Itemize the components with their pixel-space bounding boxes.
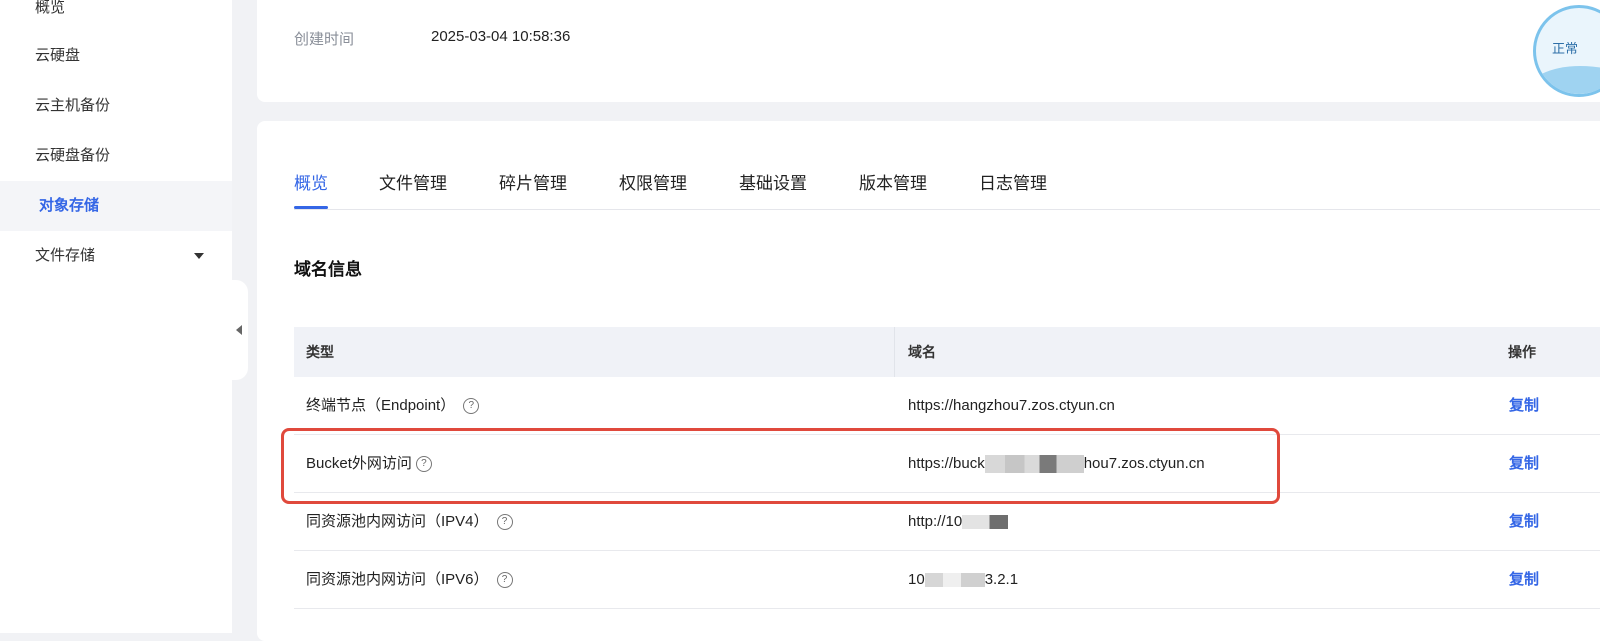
status-wave — [1536, 66, 1600, 94]
question-circle-icon[interactable]: ? — [463, 398, 480, 415]
tab-basic-settings[interactable]: 基础设置 — [739, 173, 807, 209]
header-action: 操作 — [1508, 344, 1536, 360]
tab-permission-management[interactable]: 权限管理 — [619, 173, 687, 209]
table-row: 同资源池内网访问（IPV4）? http://10 复制 — [294, 493, 1600, 551]
header-type: 类型 — [306, 344, 334, 360]
tab-file-management[interactable]: 文件管理 — [379, 173, 447, 209]
section-title: 域名信息 — [294, 260, 362, 279]
bucket-info-card: 创建时间 2025-03-04 10:58:36 正常 — [257, 0, 1600, 102]
table-row: Bucket外网访问? https://buck hou7.zos.ctyun.c… — [294, 435, 1600, 493]
header-domain: 域名 — [908, 344, 936, 360]
domain-prefix: https://buck — [908, 455, 985, 472]
sidebar-item-label: 云硬盘备份 — [35, 147, 111, 164]
sidebar-item-object-storage[interactable]: 对象存储 — [0, 181, 232, 231]
row-domain: https://hangzhou7.zos.ctyun.cn — [908, 397, 1115, 414]
domain-prefix: http://10 — [908, 513, 963, 530]
sidebar-item-disk-backup[interactable]: 云硬盘备份 — [0, 131, 232, 181]
redacted-blur — [984, 455, 1084, 474]
row-type: 终端节点（Endpoint） — [306, 397, 456, 414]
question-circle-icon[interactable]: ? — [415, 456, 432, 473]
row-domain: https://buck hou7.zos.ctyun.cn — [908, 435, 1205, 492]
tab-version-management[interactable]: 版本管理 — [859, 173, 927, 209]
question-circle-icon[interactable]: ? — [496, 514, 513, 531]
redacted-blur — [962, 515, 1009, 530]
domain-prefix: 10 — [908, 571, 925, 588]
redacted-blur — [924, 573, 985, 588]
table-row: 终端节点（Endpoint）? https://hangzhou7.zos.ct… — [294, 377, 1600, 435]
status-text: 正常 — [1552, 41, 1579, 56]
table-header: 类型 域名 操作 — [294, 327, 1600, 377]
caret-down-icon — [194, 253, 204, 259]
sidebar-item-file-storage[interactable]: 文件存储 — [0, 231, 232, 281]
copy-button[interactable]: 复制 — [1509, 435, 1539, 492]
main-card: 概览 文件管理 碎片管理 权限管理 基础设置 版本管理 日志管理 域名信息 类型… — [257, 121, 1600, 641]
sidebar-item-label: 文件存储 — [35, 247, 96, 264]
row-domain: http://10 — [908, 493, 1009, 550]
tab-log-management[interactable]: 日志管理 — [979, 173, 1047, 209]
row-type: Bucket外网访问 — [306, 455, 412, 472]
created-time-value: 2025-03-04 10:58:36 — [431, 28, 571, 45]
table-row: 同资源池内网访问（IPV6）? 10 3.2.1 复制 — [294, 551, 1600, 609]
domain-suffix: hou7.zos.ctyun.cn — [1083, 455, 1205, 472]
tab-fragment-management[interactable]: 碎片管理 — [499, 173, 567, 209]
sidebar-item-vm-backup[interactable]: 云主机备份 — [0, 81, 232, 131]
row-type: 同资源池内网访问（IPV4） — [306, 513, 489, 530]
sidebar: 概览 云硬盘 云主机备份 云硬盘备份 对象存储 文件存储 — [0, 0, 232, 633]
row-type: 同资源池内网访问（IPV6） — [306, 571, 489, 588]
copy-button[interactable]: 复制 — [1509, 551, 1539, 608]
tab-bar: 概览 文件管理 碎片管理 权限管理 基础设置 版本管理 日志管理 — [294, 173, 1600, 210]
question-circle-icon[interactable]: ? — [496, 572, 513, 589]
sidebar-item-label: 对象存储 — [39, 197, 100, 214]
sidebar-item-label: 云主机备份 — [35, 97, 111, 114]
header-divider — [894, 327, 895, 377]
copy-button[interactable]: 复制 — [1509, 377, 1539, 434]
created-time-label: 创建时间 — [294, 31, 355, 48]
copy-button[interactable]: 复制 — [1509, 493, 1539, 550]
caret-left-icon — [236, 325, 242, 335]
sidebar-item-overview[interactable]: 概览 — [0, 0, 232, 33]
sidebar-item-label: 概览 — [35, 0, 66, 16]
sidebar-collapse-button[interactable] — [232, 280, 248, 380]
domain-suffix: 3.2.1 — [984, 571, 1019, 588]
sidebar-item-cloud-disk[interactable]: 云硬盘 — [0, 31, 232, 81]
sidebar-item-label: 云硬盘 — [35, 47, 81, 64]
tab-overview[interactable]: 概览 — [294, 173, 328, 209]
row-domain: 10 3.2.1 — [908, 551, 1018, 608]
status-indicator: 正常 — [1533, 5, 1600, 97]
